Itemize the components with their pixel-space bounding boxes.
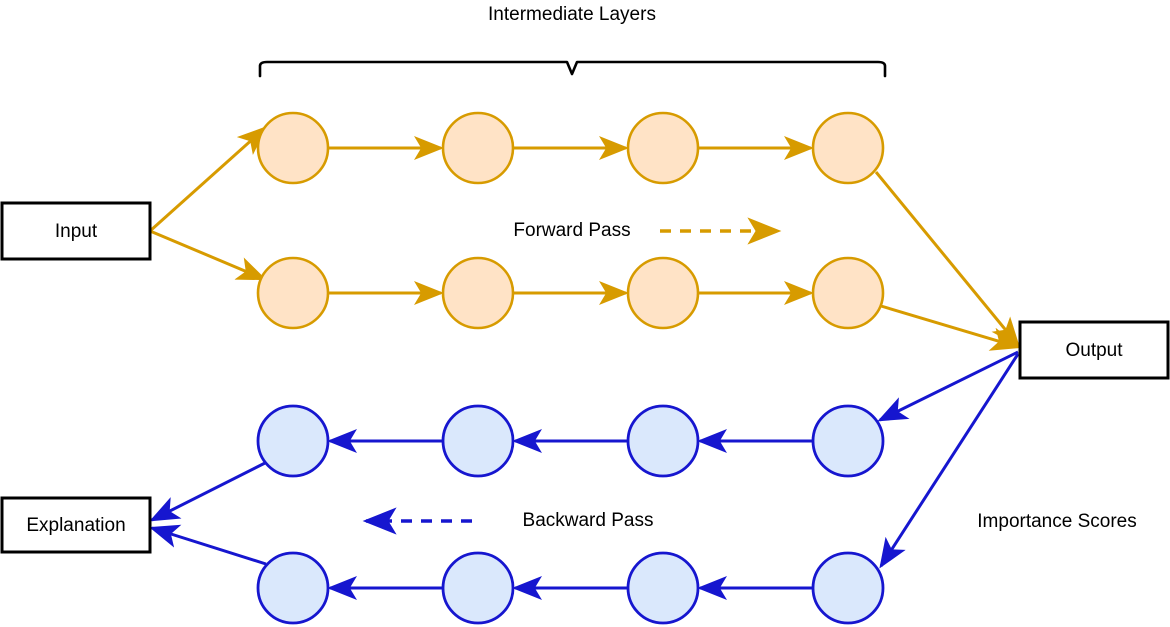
- connector-input-to-fwd-row-1: [148, 125, 268, 233]
- node-forward-row-2-1[interactable]: [256, 256, 330, 330]
- box-input[interactable]: Input: [0, 201, 152, 261]
- node-backward-row-2-4[interactable]: [811, 551, 885, 625]
- node-backward-row-1-3[interactable]: [626, 404, 700, 478]
- box-explanation-label: Explanation: [26, 515, 125, 536]
- page-title: Intermediate Layers: [488, 4, 656, 25]
- boxes-layer: Input Output Explanation: [0, 201, 1170, 554]
- legend-importance-scores: Importance Scores: [977, 511, 1136, 532]
- diagram-canvas: Intermediate Layers Input Output Explanati…: [0, 0, 1170, 627]
- node-forward-row-1-1[interactable]: [256, 111, 330, 185]
- legend-forward-pass: Forward Pass: [513, 217, 782, 245]
- box-input-label: Input: [55, 221, 98, 242]
- connector-fwd-row-1-to-output: [874, 171, 1020, 348]
- intermediate-layers-brace-group: Intermediate Layers: [258, 4, 887, 78]
- connector-input-to-fwd-row-2: [149, 229, 267, 281]
- node-backward-row-1-2[interactable]: [441, 404, 515, 478]
- node-backward-row-1-4[interactable]: [811, 404, 885, 478]
- node-backward-row-1-1[interactable]: [256, 404, 330, 478]
- node-forward-row-2-4[interactable]: [811, 256, 885, 330]
- legend-forward-pass-label: Forward Pass: [513, 220, 630, 241]
- box-output-label: Output: [1065, 340, 1123, 361]
- node-backward-row-2-1[interactable]: [256, 551, 330, 625]
- connector-bwd-row-1-to-explanation: [149, 461, 266, 522]
- legend-backward-pass: Backward Pass: [362, 507, 654, 535]
- box-explanation[interactable]: Explanation: [0, 496, 152, 554]
- node-forward-row-1-2[interactable]: [441, 111, 515, 185]
- node-backward-row-2-2[interactable]: [441, 551, 515, 625]
- curly-brace-icon: [258, 60, 887, 78]
- connector-fwd-row-2-to-output: [880, 304, 1021, 351]
- neural-network-explanation-diagram: Intermediate Layers Input Output Explanati…: [0, 4, 1170, 625]
- node-forward-row-2-2[interactable]: [441, 256, 515, 330]
- node-forward-row-1-4[interactable]: [811, 111, 885, 185]
- connector-bwd-row-2-to-explanation: [149, 524, 267, 566]
- node-forward-row-1-3[interactable]: [626, 111, 700, 185]
- node-forward-row-2-3[interactable]: [626, 256, 700, 330]
- node-backward-row-2-3[interactable]: [626, 551, 700, 625]
- legend-backward-pass-label: Backward Pass: [523, 510, 654, 531]
- box-output[interactable]: Output: [1018, 320, 1170, 380]
- nodes-layer: [256, 111, 885, 625]
- legend-importance-scores-label: Importance Scores: [977, 511, 1136, 532]
